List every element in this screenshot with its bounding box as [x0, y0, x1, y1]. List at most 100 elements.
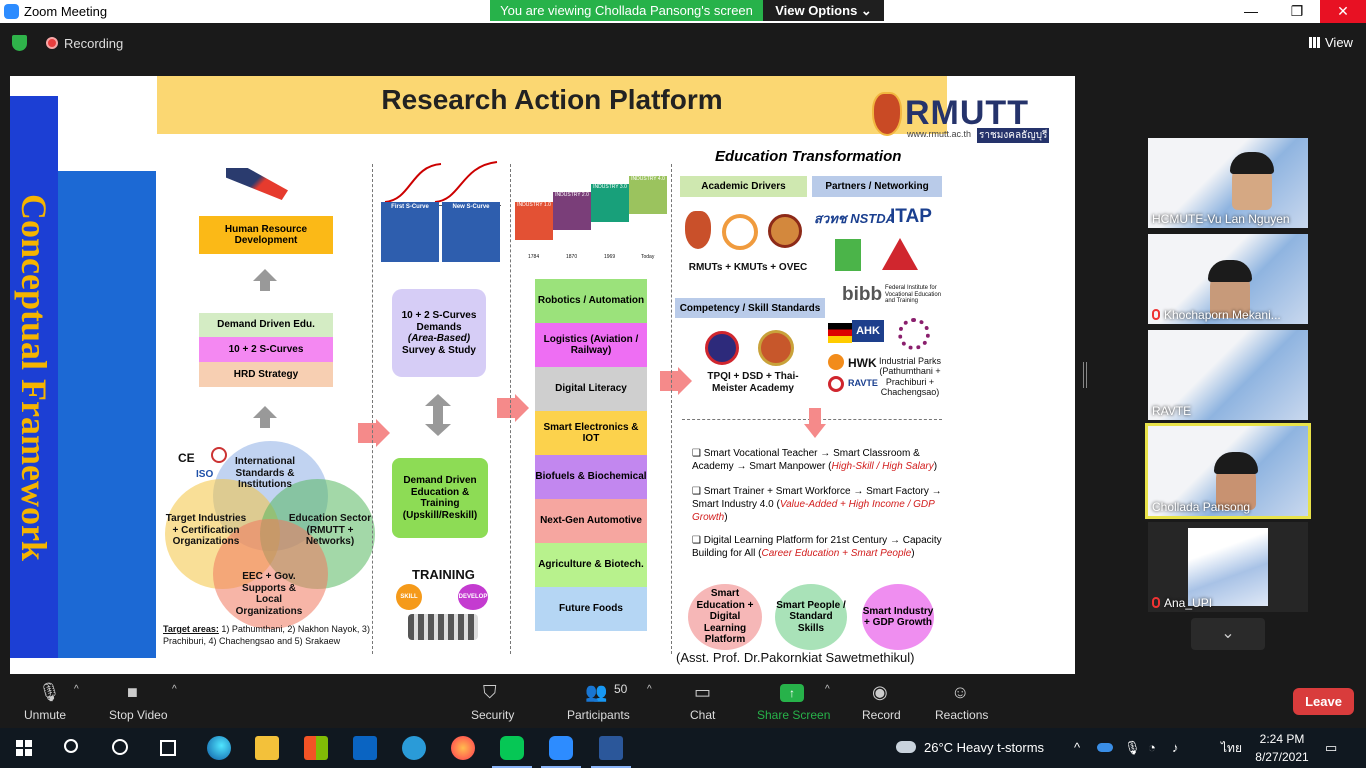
- share-screen-button[interactable]: ↑ Share Screen: [757, 676, 830, 728]
- develop-label: DEVELOP: [458, 584, 488, 610]
- flag-logo: [828, 323, 852, 343]
- pink-arrow-icon-3: [660, 367, 692, 395]
- panel-resize-handle[interactable]: [1083, 362, 1087, 388]
- year-1: 1784: [528, 254, 540, 260]
- notifications-icon[interactable]: ▭: [1325, 728, 1337, 768]
- university-seal-icon-2: [722, 214, 758, 250]
- meeting-toolbar: 🎙 Unmute ^ ■ Stop Video ^ ⛉ Security 👥 5…: [0, 676, 1366, 728]
- onedrive-icon[interactable]: [1097, 728, 1113, 768]
- participant-tile-4-active-speaker[interactable]: Chollada Pansong: [1145, 423, 1311, 519]
- hrd-box: Human Resource Development: [199, 216, 333, 254]
- year-3: 1969: [604, 254, 616, 260]
- ie-icon[interactable]: [402, 736, 426, 760]
- sector-smart-electronics: Smart Electronics & IOT: [535, 411, 647, 455]
- leave-button[interactable]: Leave: [1293, 688, 1354, 715]
- grid-icon: [1309, 37, 1320, 48]
- circle-label-eec: EEC + Gov. Supports & Local Organization…: [235, 571, 303, 617]
- participant-name: RAVTE: [1152, 404, 1192, 418]
- demands-box: 10 + 2 S-Curves Demands (Area-Based) Sur…: [392, 289, 486, 377]
- up-arrow-stem-2: [260, 418, 270, 428]
- shield-icon: ⛉: [483, 682, 497, 702]
- bullet-3: ❑ Digital Learning Platform for 21st Cen…: [692, 535, 942, 559]
- rmutt-seal-icon: [872, 92, 902, 136]
- people-arrow-icon: [226, 168, 288, 200]
- sector-logistics: Logistics (Aviation / Railway): [535, 323, 647, 367]
- recording-label: Recording: [64, 36, 124, 51]
- chat-button[interactable]: ▭ Chat: [690, 676, 720, 728]
- participant-tile-5[interactable]: Ana_UPI: [1148, 522, 1308, 612]
- encryption-shield-icon[interactable]: [12, 35, 27, 51]
- ravte-logo: RAVTE: [848, 378, 878, 388]
- close-button[interactable]: ✕: [1320, 0, 1366, 23]
- divider-2: [510, 164, 511, 654]
- edge-icon[interactable]: [207, 736, 231, 760]
- industry-1: INDUSTRY 1.0: [515, 202, 553, 240]
- participant-tile-1[interactable]: HCMUTE-Vu Lan Nguyen: [1148, 138, 1308, 228]
- ahk-logo: AHK: [852, 320, 884, 342]
- smart-people-circle: Smart People / Standard Skills: [775, 584, 847, 650]
- demand-driven-training-box: Demand Driven Education & Training (Upsk…: [392, 458, 488, 538]
- record-button[interactable]: ◉ Record: [862, 676, 902, 728]
- firefox-icon[interactable]: [451, 736, 475, 760]
- participants-button[interactable]: 👥 50 Participants: [567, 676, 633, 728]
- security-button[interactable]: ⛉ Security: [471, 676, 515, 728]
- video-options-caret[interactable]: ^: [172, 684, 177, 695]
- mail-icon[interactable]: [353, 736, 377, 760]
- store-icon[interactable]: [304, 736, 328, 760]
- storm-cloud-icon: [896, 741, 916, 753]
- education-transformation-heading: Education Transformation: [715, 148, 902, 165]
- industry-4: INDUSTRY 4.0: [629, 176, 667, 214]
- minimize-button[interactable]: —: [1228, 0, 1274, 23]
- cortana-icon[interactable]: [112, 739, 128, 755]
- volume-icon[interactable]: ♪: [1172, 728, 1179, 768]
- participant-tile-2[interactable]: Khochaporn Mekani...: [1148, 234, 1308, 324]
- meeting-topbar: Recording View: [0, 23, 1366, 63]
- wifi-icon[interactable]: ◔: [1148, 728, 1156, 768]
- line-app-icon[interactable]: [492, 736, 532, 768]
- unmute-button[interactable]: 🎙 Unmute: [24, 676, 68, 728]
- itap-logo: ITAP: [890, 206, 932, 227]
- maximize-button[interactable]: ❐: [1274, 0, 1320, 23]
- competency-tag: Competency / Skill Standards: [675, 298, 825, 318]
- audio-options-caret[interactable]: ^: [74, 684, 79, 695]
- task-view-icon[interactable]: [160, 740, 176, 756]
- view-options-button[interactable]: View Options ⌄: [763, 0, 884, 21]
- input-language[interactable]: ไทย: [1221, 728, 1242, 768]
- participants-icon: 👥: [585, 682, 608, 702]
- more-participants-chevron-down-icon[interactable]: ⌄: [1191, 618, 1265, 650]
- participant-name: Chollada Pansong: [1152, 500, 1251, 514]
- stop-video-button[interactable]: ■ Stop Video: [109, 676, 169, 728]
- weather-widget[interactable]: 26°C Heavy t-storms: [896, 728, 1044, 768]
- smart-industry-circle: Smart Industry + GDP Growth: [862, 584, 934, 650]
- participants-options-caret[interactable]: ^: [647, 684, 652, 695]
- share-options-caret[interactable]: ^: [825, 684, 830, 695]
- system-clock[interactable]: 2:24 PM 8/27/2021: [1254, 730, 1310, 766]
- industrial-park-seal-icon: [898, 318, 930, 350]
- academic-drivers-tag: Academic Drivers: [680, 176, 807, 197]
- triangle-agency-logo: [882, 238, 918, 270]
- reactions-button[interactable]: ☺ Reactions: [935, 676, 991, 728]
- search-icon[interactable]: [64, 739, 78, 753]
- share-arrow-icon: ↑: [780, 684, 804, 702]
- microphone-icon[interactable]: 🎙: [1124, 728, 1141, 768]
- viewing-banner: You are viewing Chollada Pansong's scree…: [490, 0, 763, 21]
- pink-arrow-icon-2: [497, 394, 529, 422]
- hwk-logo: HWK: [848, 356, 877, 370]
- tpqi-label: TPQI + DSD + Thai-Meister Academy: [707, 371, 799, 394]
- zoom-icon[interactable]: [541, 736, 581, 768]
- target-areas: Target areas: 1) Pathumthani, 2) Nakhon …: [163, 624, 370, 646]
- word-icon[interactable]: [591, 736, 631, 768]
- sector-robotics: Robotics / Automation: [535, 279, 647, 323]
- divider-1: [372, 164, 373, 654]
- window-titlebar: Zoom Meeting You are viewing Chollada Pa…: [0, 0, 1366, 23]
- tray-overflow-chevron-icon[interactable]: ^: [1074, 728, 1080, 768]
- participant-tile-3[interactable]: RAVTE: [1148, 330, 1308, 420]
- side-title: Conceptual Framework: [14, 193, 54, 561]
- windows-start-icon[interactable]: [16, 740, 32, 756]
- dsd-seal-icon: [758, 330, 794, 366]
- stack-hrd-strategy: HRD Strategy: [199, 362, 333, 387]
- industry-3: INDUSTRY 3.0: [591, 184, 629, 222]
- file-explorer-icon[interactable]: [255, 736, 279, 760]
- sector-future-foods: Future Foods: [535, 587, 647, 631]
- view-layout-button[interactable]: View: [1309, 35, 1353, 50]
